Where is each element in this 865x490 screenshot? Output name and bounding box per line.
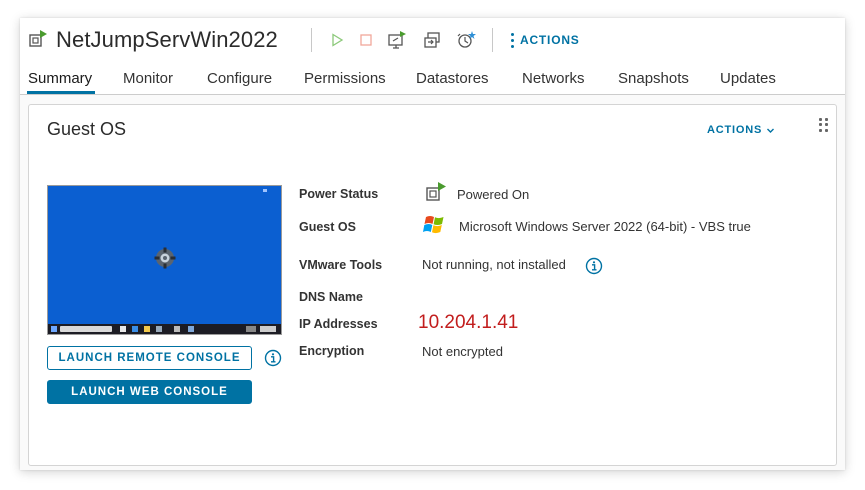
edge-icon bbox=[132, 326, 138, 332]
chevron-down-icon bbox=[767, 128, 775, 133]
launch-console-icon bbox=[388, 31, 406, 49]
card-actions-dropdown[interactable]: ACTIONS bbox=[707, 124, 775, 136]
vmware-tools-label: VMware Tools bbox=[299, 258, 383, 272]
vm-summary-window: NetJumpServWin2022 ACTIONS Summary Monit… bbox=[20, 18, 845, 470]
ip-address-value: 10.204.1.41 bbox=[418, 312, 519, 333]
start-icon bbox=[51, 326, 57, 332]
launch-web-console-button[interactable]: LAUNCH WEB CONSOLE bbox=[47, 380, 252, 404]
powered-on-vm-icon bbox=[426, 182, 446, 201]
taskbar-app-icon bbox=[174, 326, 180, 332]
guest-os-label: Guest OS bbox=[299, 220, 356, 234]
snapshot-icon bbox=[457, 31, 476, 48]
drag-handle-icon[interactable] bbox=[819, 118, 828, 132]
take-snapshot-button[interactable] bbox=[456, 30, 476, 50]
ip-addresses-label: IP Addresses bbox=[299, 317, 378, 331]
clock bbox=[260, 326, 276, 332]
guest-os-value: Microsoft Windows Server 2022 (64-bit) -… bbox=[459, 219, 751, 234]
console-thumbnail[interactable] bbox=[47, 185, 282, 335]
migrate-button[interactable] bbox=[422, 30, 442, 50]
guest-os-card: Guest OS ACTIONS LAUNCH REMOTE CONSOLE L… bbox=[28, 104, 837, 466]
card-title: Guest OS bbox=[47, 119, 127, 139]
encryption-label: Encryption bbox=[299, 344, 365, 358]
desktop-icon bbox=[263, 189, 267, 192]
taskbar-app-icon bbox=[188, 326, 194, 332]
summary-content: Guest OS ACTIONS LAUNCH REMOTE CONSOLE L… bbox=[20, 95, 845, 470]
power-on-button[interactable] bbox=[327, 30, 347, 50]
vm-name-title: NetJumpServWin2022 bbox=[56, 27, 278, 52]
vm-powered-on-icon bbox=[29, 30, 47, 47]
tab-monitor[interactable]: Monitor bbox=[123, 70, 173, 87]
kebab-icon bbox=[510, 32, 514, 48]
tab-networks[interactable]: Networks bbox=[522, 70, 585, 87]
toolbar-divider bbox=[311, 28, 312, 52]
windows-taskbar bbox=[48, 324, 281, 334]
task-view-icon bbox=[120, 326, 126, 332]
encryption-value: Not encrypted bbox=[422, 344, 503, 359]
toolbar-divider bbox=[492, 28, 493, 52]
windows-logo-icon bbox=[423, 216, 444, 234]
launch-remote-console-button[interactable]: LAUNCH REMOTE CONSOLE bbox=[47, 346, 252, 370]
tab-bar: Summary Monitor Configure Permissions Da… bbox=[20, 62, 845, 95]
vm-header: NetJumpServWin2022 ACTIONS bbox=[20, 18, 845, 62]
vmware-tools-value: Not running, not installed bbox=[422, 257, 566, 272]
dns-name-label: DNS Name bbox=[299, 290, 363, 304]
tab-summary[interactable]: Summary bbox=[28, 70, 92, 87]
actions-menu-button[interactable]: ACTIONS bbox=[510, 29, 580, 51]
taskbar-search-box bbox=[60, 326, 112, 332]
actions-label: ACTIONS bbox=[520, 33, 580, 47]
migrate-icon bbox=[424, 32, 440, 48]
tab-snapshots[interactable]: Snapshots bbox=[618, 70, 689, 87]
tab-permissions[interactable]: Permissions bbox=[304, 70, 386, 87]
power-on-icon bbox=[332, 33, 344, 47]
server-manager-icon bbox=[156, 326, 162, 332]
tab-configure[interactable]: Configure bbox=[207, 70, 272, 87]
power-off-icon bbox=[360, 34, 372, 46]
launch-console-button[interactable] bbox=[387, 30, 407, 50]
loading-spinner-icon bbox=[154, 247, 176, 269]
remote-console-info-icon[interactable] bbox=[264, 349, 282, 367]
tray-icons bbox=[246, 326, 256, 332]
power-status-value: Powered On bbox=[457, 187, 530, 202]
tab-datastores[interactable]: Datastores bbox=[416, 70, 489, 87]
card-actions-label: ACTIONS bbox=[707, 124, 763, 136]
power-off-button[interactable] bbox=[356, 30, 376, 50]
vmware-tools-info-icon[interactable] bbox=[585, 257, 603, 275]
active-tab-indicator bbox=[27, 91, 95, 94]
power-status-label: Power Status bbox=[299, 187, 379, 201]
explorer-icon bbox=[144, 326, 150, 332]
tab-updates[interactable]: Updates bbox=[720, 70, 776, 87]
